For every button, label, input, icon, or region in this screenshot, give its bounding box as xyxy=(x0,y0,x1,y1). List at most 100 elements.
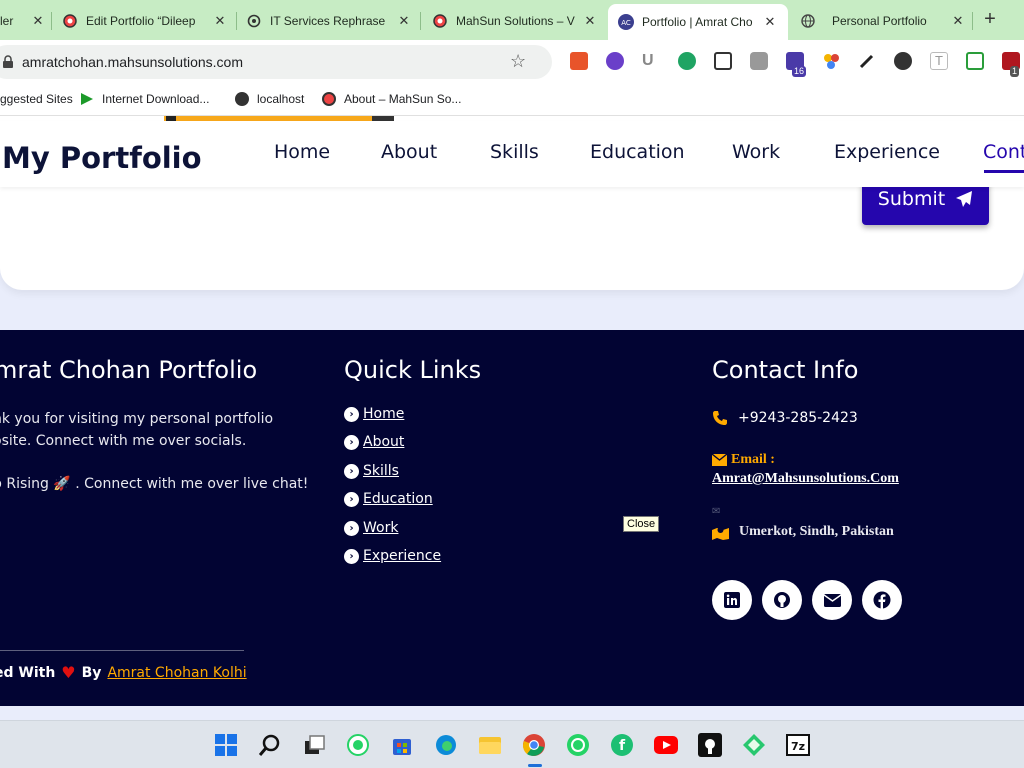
github-icon[interactable] xyxy=(698,733,722,757)
contact-email-link[interactable]: Amrat@Mahsunsolutions.Com xyxy=(712,471,899,487)
nav-work[interactable]: Work xyxy=(732,141,780,163)
url-text[interactable]: amratchohan.mahsunsolutions.com xyxy=(22,54,243,70)
contact-location-text: Umerkot, Sindh, Pakistan xyxy=(739,524,894,539)
chevron-right-icon: › xyxy=(344,548,359,564)
task-view-icon[interactable] xyxy=(302,733,326,757)
nav-experience[interactable]: Experience xyxy=(834,141,940,163)
tab-2[interactable]: Edit Portfolio “Dileep ✕ xyxy=(62,6,228,36)
whatsapp-icon[interactable] xyxy=(566,733,590,757)
active-app-indicator xyxy=(528,764,542,767)
extension-icon[interactable] xyxy=(570,52,588,70)
close-icon[interactable]: ✕ xyxy=(950,13,966,29)
grammarly-icon[interactable] xyxy=(678,52,696,70)
new-tab-button[interactable]: + xyxy=(978,8,1002,32)
paper-plane-icon xyxy=(956,190,973,207)
bookmark-label: Internet Download... xyxy=(102,92,210,106)
bookmark-star-icon[interactable]: ☆ xyxy=(510,51,526,72)
email-button[interactable] xyxy=(812,580,852,620)
credits-author-link[interactable]: Amrat Chohan Kolhi xyxy=(107,665,246,681)
footer-about-text2: p Rising 🚀 . Connect with me over live c… xyxy=(0,476,309,492)
windows-start-icon[interactable] xyxy=(214,733,238,757)
tab-title: IT Services Rephrase xyxy=(270,14,386,28)
whatsapp-icon[interactable] xyxy=(346,733,370,757)
tab-6[interactable]: Personal Portfolio ✕ xyxy=(800,6,966,36)
extension-badge: 1 xyxy=(1010,66,1020,77)
browser-toolbar: amratchohan.mahsunsolutions.com ☆ U 16 T… xyxy=(0,40,1024,84)
address-bar[interactable]: amratchohan.mahsunsolutions.com ☆ xyxy=(0,45,552,79)
close-icon[interactable]: ✕ xyxy=(212,13,228,29)
extension-icon[interactable] xyxy=(606,52,624,70)
credits-prefix: ed With xyxy=(0,664,56,681)
footer-link-label: Experience xyxy=(363,548,442,564)
close-icon[interactable]: ✕ xyxy=(762,14,778,30)
extension-icon[interactable] xyxy=(966,52,984,70)
footer-contact-title: Contact Info xyxy=(712,356,859,384)
nav-about[interactable]: About xyxy=(381,141,437,163)
chevron-right-icon: › xyxy=(344,406,359,422)
extension-icon[interactable] xyxy=(822,52,840,70)
tab-title: Portfolio | Amrat Cho xyxy=(642,15,753,29)
site-info-icon[interactable] xyxy=(2,55,14,69)
site-logo[interactable]: My Portfolio xyxy=(2,141,202,175)
bookmark-internet-download[interactable]: Internet Download... xyxy=(80,92,209,106)
credits-by: By xyxy=(81,664,102,681)
wordpress-icon xyxy=(432,13,448,29)
footer-about-text: nk you for visiting my personal portfoli… xyxy=(0,411,274,449)
linkedin-button[interactable] xyxy=(712,580,752,620)
footer-link-home[interactable]: › Home xyxy=(344,406,404,422)
close-icon[interactable]: ✕ xyxy=(30,13,46,29)
tab-1[interactable]: ler ✕ xyxy=(0,6,46,36)
heart-icon: ♥ xyxy=(61,663,76,682)
tab-separator xyxy=(420,12,421,30)
edge-icon[interactable] xyxy=(434,733,458,757)
footer-links-title: Quick Links xyxy=(344,356,482,384)
footer-link-experience[interactable]: › Experience xyxy=(344,548,441,564)
eyedropper-icon[interactable] xyxy=(858,52,876,70)
github-button[interactable] xyxy=(762,580,802,620)
chevron-right-icon: › xyxy=(344,491,359,507)
close-icon[interactable]: ✕ xyxy=(582,13,598,29)
7zip-icon[interactable]: 7z xyxy=(786,733,810,757)
bookmark-label: ggested Sites xyxy=(0,92,73,106)
extension-icon[interactable] xyxy=(894,52,912,70)
store-icon[interactable] xyxy=(390,733,414,757)
submit-label: Submit xyxy=(877,187,946,210)
close-icon[interactable]: ✕ xyxy=(396,13,412,29)
nav-skills[interactable]: Skills xyxy=(490,141,539,163)
bookmark-suggested-sites[interactable]: ggested Sites xyxy=(0,92,73,106)
taskbar: f 7z xyxy=(0,720,1024,768)
contact-email-label: Email : xyxy=(712,452,775,468)
contact-phone[interactable]: +9243-285-2423 xyxy=(712,410,858,426)
contact-location: Umerkot, Sindh, Pakistan xyxy=(712,524,894,540)
tab-title: ler xyxy=(0,14,14,28)
bookmark-label: localhost xyxy=(257,92,305,106)
footer-link-about[interactable]: › About xyxy=(344,434,404,450)
footer-about-title: mrat Chohan Portfolio xyxy=(0,356,258,384)
footer-link-skills[interactable]: › Skills xyxy=(344,463,399,479)
nav-education[interactable]: Education xyxy=(590,141,685,163)
tab-3[interactable]: IT Services Rephrase ✕ xyxy=(246,6,412,36)
image-icon[interactable] xyxy=(714,52,732,70)
footer-link-education[interactable]: › Education xyxy=(344,491,433,507)
facebook-button[interactable] xyxy=(862,580,902,620)
tab-active[interactable]: AC Portfolio | Amrat Cho ✕ xyxy=(608,4,788,40)
bookmark-localhost[interactable]: localhost xyxy=(235,92,304,106)
fiverr-icon[interactable]: f xyxy=(610,733,634,757)
wordpress-icon xyxy=(322,92,336,106)
search-icon[interactable] xyxy=(258,733,282,757)
code-editor-icon[interactable] xyxy=(742,733,766,757)
nav-contact[interactable]: Cont xyxy=(983,141,1024,163)
camera-icon[interactable] xyxy=(750,52,768,70)
text-icon[interactable]: T xyxy=(930,52,948,70)
tab-4[interactable]: MahSun Solutions – V ✕ xyxy=(432,6,598,36)
site-header: My Portfolio Home About Skills Education… xyxy=(0,121,1024,187)
extension-icon[interactable]: U xyxy=(642,52,660,70)
nav-home[interactable]: Home xyxy=(274,141,330,163)
openai-icon xyxy=(246,13,262,29)
file-explorer-icon[interactable] xyxy=(478,733,502,757)
chrome-icon[interactable] xyxy=(522,733,546,757)
bookmark-about-mahsun[interactable]: About – MahSun So... xyxy=(322,92,461,106)
footer-link-label: Home xyxy=(363,406,405,422)
youtube-icon[interactable] xyxy=(654,733,678,757)
footer-link-work[interactable]: › Work xyxy=(344,520,398,536)
